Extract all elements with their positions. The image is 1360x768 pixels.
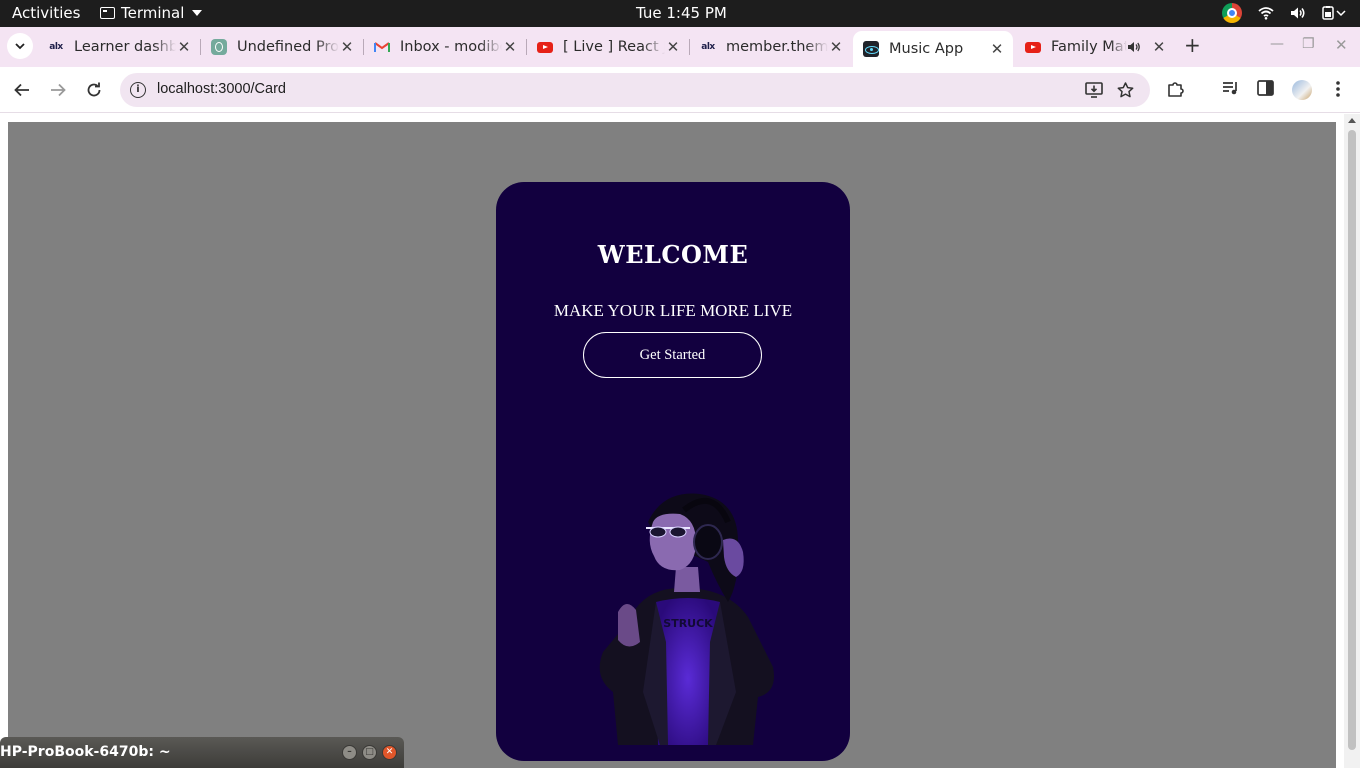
music-card: WELCOME MAKE YOUR LIFE MORE LIVE Get Sta… xyxy=(496,182,850,761)
system-top-bar: Activities Terminal Tue 1:45 PM xyxy=(0,0,1360,27)
maximize-window-button[interactable]: ❐ xyxy=(1302,36,1315,52)
welcome-heading: WELCOME xyxy=(597,240,749,269)
reload-icon xyxy=(87,82,101,97)
tab-music-app[interactable]: Music App ✕ xyxy=(853,31,1013,67)
tab-title: Inbox - modibo xyxy=(400,39,502,55)
svg-text:STRUCK: STRUCK xyxy=(663,617,713,630)
tab-gmail-inbox[interactable]: Inbox - modibo ✕ xyxy=(364,31,527,63)
wifi-icon[interactable] xyxy=(1258,6,1274,20)
tab-title: member.theme xyxy=(726,39,828,55)
gmail-icon xyxy=(374,39,390,55)
terminal-window[interactable]: HP-ProBook-6470b: ~ – □ ✕ xyxy=(0,737,404,768)
tab-title: Undefined Props xyxy=(237,39,339,55)
arrow-right-icon xyxy=(51,83,66,97)
terminal-maximize-button[interactable]: □ xyxy=(362,745,377,760)
arrow-left-icon xyxy=(14,83,29,97)
close-icon[interactable]: ✕ xyxy=(1151,38,1167,56)
woman-with-headphones-image: STRUCK xyxy=(599,493,774,745)
react-icon xyxy=(863,41,879,57)
app-menu-label: Terminal xyxy=(121,4,185,22)
chevron-down-icon xyxy=(15,42,25,49)
close-icon[interactable]: ✕ xyxy=(176,38,192,56)
youtube-icon xyxy=(537,39,553,55)
scroll-up-arrow-icon[interactable] xyxy=(1348,118,1356,123)
tab-undefined-props[interactable]: Undefined Props ✕ xyxy=(201,31,364,63)
close-icon[interactable]: ✕ xyxy=(339,38,355,56)
close-icon[interactable]: ✕ xyxy=(665,38,681,56)
profile-avatar[interactable] xyxy=(1292,80,1312,100)
terminal-close-button[interactable]: ✕ xyxy=(382,745,397,760)
close-icon[interactable]: ✕ xyxy=(828,38,844,56)
reload-button[interactable] xyxy=(83,79,105,101)
install-app-icon[interactable] xyxy=(1085,82,1103,98)
app-menu[interactable]: Terminal xyxy=(100,4,203,22)
terminal-window-title: HP-ProBook-6470b: ~ xyxy=(0,744,171,760)
url-text[interactable]: localhost:3000/Card xyxy=(157,81,286,97)
tab-learner-dashboard[interactable]: alx Learner dashboard ✕ xyxy=(38,31,201,63)
volume-icon[interactable] xyxy=(1290,6,1306,20)
activities-button[interactable]: Activities xyxy=(12,4,80,22)
youtube-icon xyxy=(1025,39,1041,55)
audio-playing-icon[interactable] xyxy=(1127,41,1141,53)
tab-search-button[interactable] xyxy=(7,33,33,59)
scrollbar-thumb[interactable] xyxy=(1348,130,1356,750)
alx-icon: alx xyxy=(49,42,63,52)
tab-live-react[interactable]: [ Live ] React JS ✕ xyxy=(527,31,690,63)
system-tray[interactable] xyxy=(1222,3,1346,23)
bookmark-star-icon[interactable] xyxy=(1117,82,1134,98)
more-menu-icon[interactable] xyxy=(1335,80,1341,98)
browser-toolbar: i localhost:3000/Card xyxy=(0,67,1360,113)
tab-title: Family Matters xyxy=(1051,39,1127,55)
alx-icon: alx xyxy=(701,42,715,52)
clock[interactable]: Tue 1:45 PM xyxy=(636,4,727,22)
chevron-down-icon xyxy=(192,10,203,16)
media-control-icon[interactable] xyxy=(1222,80,1240,96)
chrome-icon[interactable] xyxy=(1222,3,1242,23)
terminal-minimize-button[interactable]: – xyxy=(342,745,357,760)
battery-icon[interactable] xyxy=(1322,6,1346,20)
back-button[interactable] xyxy=(11,79,33,101)
site-info-icon[interactable]: i xyxy=(130,82,146,98)
tagline-text: MAKE YOUR LIFE MORE LIVE xyxy=(553,301,793,320)
tab-title: [ Live ] React JS xyxy=(563,39,665,55)
tab-strip: alx Learner dashboard ✕ Undefined Props … xyxy=(0,27,1360,67)
tab-family-matters[interactable]: Family Matters ✕ xyxy=(1015,31,1175,63)
side-panel-icon[interactable] xyxy=(1257,80,1274,96)
minimize-window-button[interactable]: — xyxy=(1270,36,1284,52)
terminal-icon xyxy=(100,7,115,19)
extensions-icon[interactable] xyxy=(1167,80,1185,98)
tab-title: Music App xyxy=(889,41,964,57)
get-started-button[interactable]: Get Started xyxy=(583,332,762,378)
forward-button[interactable] xyxy=(47,79,69,101)
close-window-button[interactable]: ✕ xyxy=(1335,36,1348,54)
address-bar[interactable]: i localhost:3000/Card xyxy=(120,73,1150,107)
new-tab-button[interactable]: + xyxy=(1184,33,1201,57)
chatgpt-icon xyxy=(211,39,227,55)
close-icon[interactable]: ✕ xyxy=(989,40,1005,58)
tab-member-theme[interactable]: alx member.theme ✕ xyxy=(690,31,852,63)
page-viewport: WELCOME MAKE YOUR LIFE MORE LIVE Get Sta… xyxy=(8,122,1336,768)
tab-title: Learner dashboard xyxy=(74,39,176,55)
page-scrollbar[interactable] xyxy=(1344,114,1360,768)
close-icon[interactable]: ✕ xyxy=(502,38,518,56)
